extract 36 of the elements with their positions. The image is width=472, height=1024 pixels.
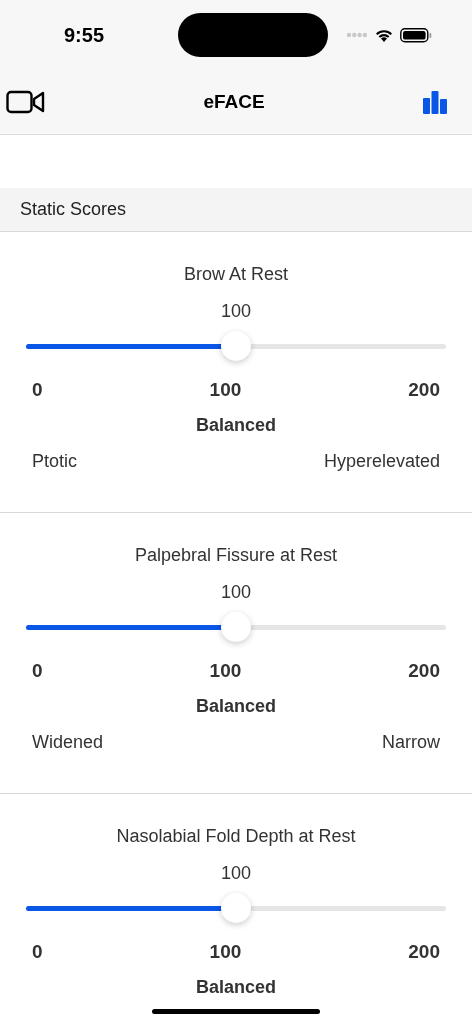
section-title: Static Scores — [20, 199, 127, 220]
score-value: 100 — [219, 863, 252, 885]
slider-thumb[interactable] — [221, 893, 251, 923]
battery-icon — [400, 27, 432, 43]
tick-label: 0 — [32, 941, 43, 963]
slider-thumb[interactable] — [221, 612, 251, 642]
tick-label: 100 — [209, 660, 242, 682]
tick-label: 200 — [408, 379, 440, 401]
score-state: Balanced — [194, 977, 277, 999]
high-label: Narrow — [382, 732, 440, 753]
score-title: Nasolabial Fold Depth at Rest — [115, 826, 357, 848]
signal-icon — [346, 32, 368, 38]
tick-label: 0 — [32, 379, 43, 401]
video-camera-icon[interactable] — [6, 90, 46, 114]
tick-label: 100 — [209, 941, 242, 963]
score-slider[interactable] — [26, 331, 446, 361]
high-label: Hyperelevated — [323, 451, 440, 472]
score-slider[interactable] — [26, 612, 446, 642]
bar-chart-icon[interactable] — [422, 90, 448, 114]
score-value: 100 — [219, 301, 252, 323]
score-slider[interactable] — [26, 893, 446, 923]
tick-label: 200 — [408, 941, 440, 963]
score-title: Brow At Rest — [182, 264, 289, 286]
tick-label: 0 — [32, 660, 43, 682]
nav-title: eFACE — [203, 91, 265, 113]
score-title: Palpebral Fissure at Rest — [133, 545, 339, 567]
tick-label: 100 — [209, 379, 242, 401]
slider-thumb[interactable] — [221, 331, 251, 361]
wifi-icon — [374, 27, 394, 43]
low-label: Ptotic — [32, 451, 78, 472]
tick-label: 200 — [408, 660, 440, 682]
status-time: 9:55 — [64, 23, 106, 47]
score-state: Balanced — [194, 415, 277, 437]
low-label: Widened — [32, 732, 104, 753]
score-value: 100 — [219, 582, 252, 604]
score-state: Balanced — [194, 696, 277, 718]
